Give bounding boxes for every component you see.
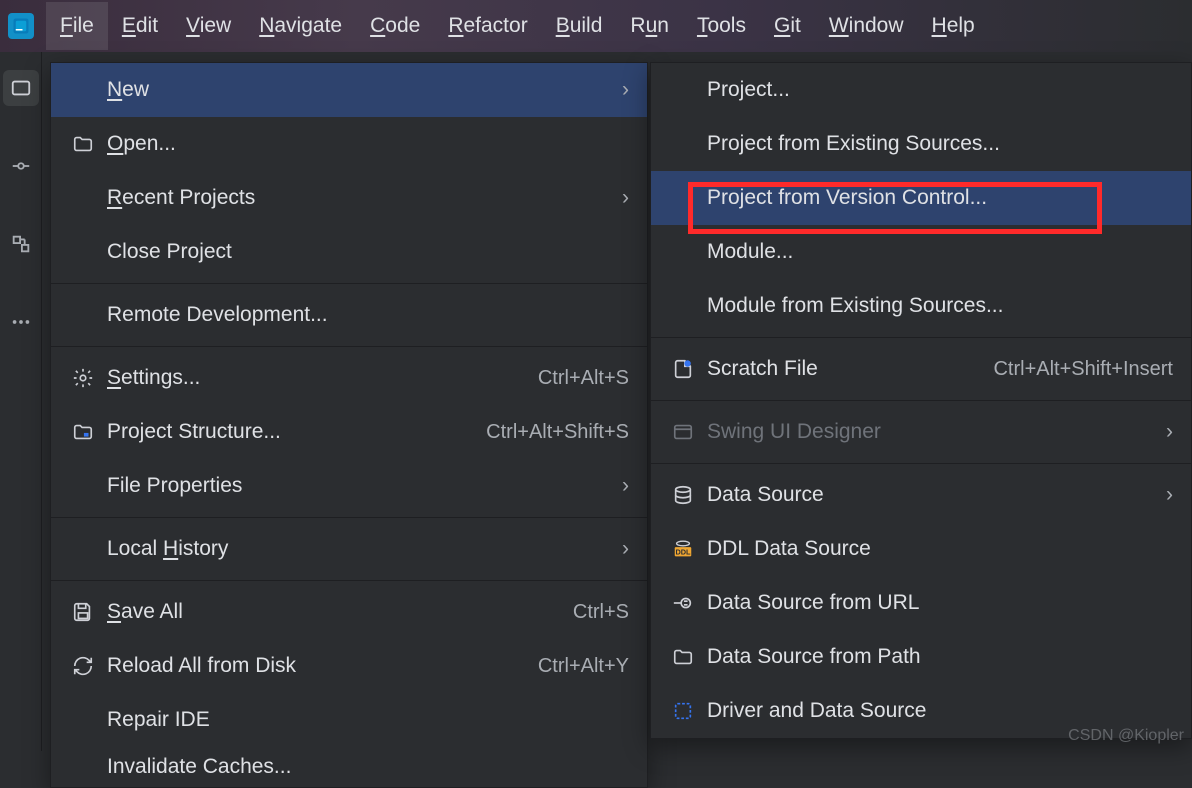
menu-item-open[interactable]: Open... <box>51 117 647 171</box>
svg-text:DDL: DDL <box>675 548 691 557</box>
menu-item-local-history[interactable]: Local History › <box>51 522 647 576</box>
rail-structure-icon[interactable] <box>3 226 39 262</box>
plug-icon <box>669 589 697 617</box>
menubar-item-tools[interactable]: Tools <box>683 2 760 50</box>
menu-item-settings[interactable]: Settings... Ctrl+Alt+S <box>51 351 647 405</box>
menubar-item-file[interactable]: File <box>46 2 108 50</box>
menubar-item-refactor[interactable]: Refactor <box>434 2 541 50</box>
driver-icon <box>669 697 697 725</box>
menu-separator <box>51 283 647 284</box>
submenu-item-data-source[interactable]: Data Source › <box>651 468 1191 522</box>
gear-icon <box>69 364 97 392</box>
watermark: CSDN @Kiopler <box>1068 727 1184 745</box>
menu-item-repair-ide[interactable]: Repair IDE <box>51 693 647 747</box>
database-icon <box>669 481 697 509</box>
menubar-item-view[interactable]: View <box>172 2 245 50</box>
menubar-item-edit[interactable]: Edit <box>108 2 172 50</box>
submenu-item-ddl-data-source[interactable]: DDL DDL Data Source <box>651 522 1191 576</box>
menu-separator <box>51 517 647 518</box>
file-menu-dropdown: New › Open... Recent Projects › Close Pr… <box>50 62 648 788</box>
submenu-item-scratch-file[interactable]: Scratch File Ctrl+Alt+Shift+Insert <box>651 342 1191 396</box>
menu-item-new[interactable]: New › <box>51 63 647 117</box>
rail-more-icon[interactable] <box>3 304 39 340</box>
rail-project-icon[interactable] <box>3 70 39 106</box>
submenu-item-project-version-control[interactable]: Project from Version Control... <box>651 171 1191 225</box>
chevron-right-icon: › <box>1166 483 1173 507</box>
menu-item-save-all[interactable]: Save All Ctrl+S <box>51 585 647 639</box>
rail-commit-icon[interactable] <box>3 148 39 184</box>
menu-item-recent-projects[interactable]: Recent Projects › <box>51 171 647 225</box>
new-submenu-dropdown: Project... Project from Existing Sources… <box>650 62 1192 739</box>
window-icon <box>669 418 697 446</box>
menu-separator <box>651 400 1191 401</box>
menubar-item-code[interactable]: Code <box>356 2 434 50</box>
menubar-item-git[interactable]: Git <box>760 2 815 50</box>
submenu-item-swing-ui-designer: Swing UI Designer › <box>651 405 1191 459</box>
menu-item-invalidate-caches[interactable]: Invalidate Caches... <box>51 747 647 787</box>
menubar-item-window[interactable]: Window <box>815 2 918 50</box>
menu-item-remote-development[interactable]: Remote Development... <box>51 288 647 342</box>
scratch-file-icon <box>669 355 697 383</box>
reload-icon <box>69 652 97 680</box>
chevron-right-icon: › <box>622 186 629 210</box>
submenu-item-data-source-path[interactable]: Data Source from Path <box>651 630 1191 684</box>
submenu-item-module-existing-sources[interactable]: Module from Existing Sources... <box>651 279 1191 333</box>
folder-icon <box>69 130 97 158</box>
save-icon <box>69 598 97 626</box>
submenu-item-data-source-url[interactable]: Data Source from URL <box>651 576 1191 630</box>
submenu-item-project-existing-sources[interactable]: Project from Existing Sources... <box>651 117 1191 171</box>
menu-separator <box>51 580 647 581</box>
folder-icon <box>669 643 697 671</box>
menubar-item-run[interactable]: Run <box>616 2 683 50</box>
left-tool-rail <box>0 52 42 751</box>
menu-item-project-structure[interactable]: Project Structure... Ctrl+Alt+Shift+S <box>51 405 647 459</box>
menu-separator <box>51 346 647 347</box>
chevron-right-icon: › <box>622 474 629 498</box>
app-icon <box>8 13 34 39</box>
menu-separator <box>651 337 1191 338</box>
menu-item-reload-from-disk[interactable]: Reload All from Disk Ctrl+Alt+Y <box>51 639 647 693</box>
menubar-item-navigate[interactable]: Navigate <box>245 2 356 50</box>
menubar: File Edit View Navigate Code Refactor Bu… <box>0 0 1192 52</box>
menubar-item-help[interactable]: Help <box>918 2 989 50</box>
chevron-right-icon: › <box>1166 420 1173 444</box>
menu-item-close-project[interactable]: Close Project <box>51 225 647 279</box>
ddl-icon: DDL <box>669 535 697 563</box>
chevron-right-icon: › <box>622 78 629 102</box>
submenu-item-project[interactable]: Project... <box>651 63 1191 117</box>
chevron-right-icon: › <box>622 537 629 561</box>
menu-item-file-properties[interactable]: File Properties › <box>51 459 647 513</box>
menu-separator <box>651 463 1191 464</box>
project-structure-icon <box>69 418 97 446</box>
menubar-item-build[interactable]: Build <box>542 2 617 50</box>
submenu-item-module[interactable]: Module... <box>651 225 1191 279</box>
